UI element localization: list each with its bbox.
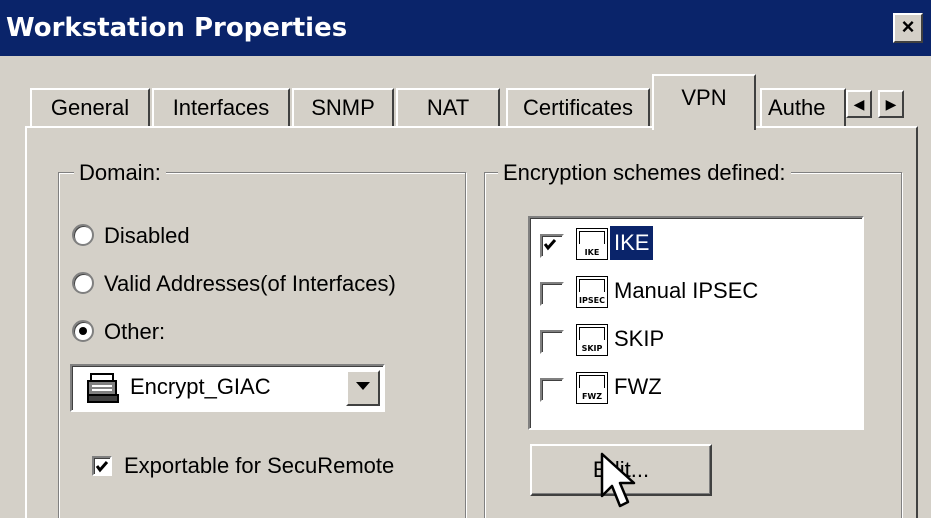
scheme-item-skip[interactable]: SKIP SKIP bbox=[536, 318, 862, 362]
chevron-down-icon bbox=[356, 382, 370, 390]
checkmark-icon bbox=[543, 239, 557, 251]
scheme-fwz-checkbox[interactable] bbox=[540, 378, 564, 402]
scheme-skip-label: SKIP bbox=[614, 326, 665, 351]
mouse-cursor-icon bbox=[600, 452, 636, 508]
scheme-ike-checkbox[interactable] bbox=[540, 234, 564, 258]
ike-icon: IKE bbox=[576, 228, 608, 260]
tab-authentication[interactable]: Authe bbox=[760, 88, 846, 126]
ipsec-icon: IPSEC bbox=[576, 276, 608, 308]
checkmark-icon bbox=[95, 461, 109, 473]
window-title: Workstation Properties bbox=[6, 13, 348, 43]
radio-disabled-label: Disabled bbox=[104, 223, 190, 248]
tab-general[interactable]: General bbox=[30, 88, 150, 126]
scheme-item-ike[interactable]: IKE IKE bbox=[536, 222, 862, 266]
radio-other-label: Other: bbox=[104, 319, 166, 344]
workstation-icon bbox=[87, 373, 119, 403]
radio-disabled[interactable] bbox=[72, 224, 94, 246]
radio-valid-addresses-label: Valid Addresses(of Interfaces) bbox=[104, 271, 396, 296]
encryption-schemes-label: Encryption schemes defined: bbox=[498, 160, 791, 186]
scheme-skip-checkbox[interactable] bbox=[540, 330, 564, 354]
arrow-right-icon: ▶ bbox=[885, 96, 897, 112]
domain-combo[interactable]: Encrypt_GIAC bbox=[70, 364, 385, 412]
scheme-manual-ipsec-checkbox[interactable] bbox=[540, 282, 564, 306]
tab-interfaces[interactable]: Interfaces bbox=[152, 88, 290, 126]
tab-snmp[interactable]: SNMP bbox=[292, 88, 394, 126]
fwz-icon: FWZ bbox=[576, 372, 608, 404]
encryption-schemes-list[interactable]: IKE IKE IPSEC Manual IPSEC SKIP SKIP FWZ… bbox=[528, 216, 864, 430]
tab-certificates[interactable]: Certificates bbox=[506, 88, 650, 126]
tab-nat[interactable]: NAT bbox=[396, 88, 500, 126]
scheme-ike-label: IKE bbox=[610, 226, 654, 260]
tab-vpn[interactable]: VPN bbox=[652, 74, 756, 130]
scheme-item-fwz[interactable]: FWZ FWZ bbox=[536, 366, 862, 410]
exportable-checkbox[interactable] bbox=[92, 456, 112, 476]
tab-scroll-right-button[interactable]: ▶ bbox=[878, 90, 904, 118]
domain-group-label: Domain: bbox=[74, 160, 166, 186]
radio-other[interactable] bbox=[72, 320, 94, 342]
scheme-item-manual-ipsec[interactable]: IPSEC Manual IPSEC bbox=[536, 270, 862, 314]
radio-selected-dot bbox=[79, 327, 87, 335]
tab-scroll-left-button[interactable]: ◀ bbox=[846, 90, 872, 118]
combo-value: Encrypt_GIAC bbox=[130, 374, 271, 399]
radio-valid-addresses[interactable] bbox=[72, 272, 94, 294]
skip-icon: SKIP bbox=[576, 324, 608, 356]
exportable-label: Exportable for SecuRemote bbox=[124, 453, 395, 478]
combo-dropdown-button[interactable] bbox=[346, 370, 380, 406]
scheme-manual-ipsec-label: Manual IPSEC bbox=[614, 278, 759, 303]
close-button[interactable]: × bbox=[893, 13, 923, 43]
arrow-left-icon: ◀ bbox=[853, 96, 865, 112]
scheme-fwz-label: FWZ bbox=[614, 374, 662, 399]
